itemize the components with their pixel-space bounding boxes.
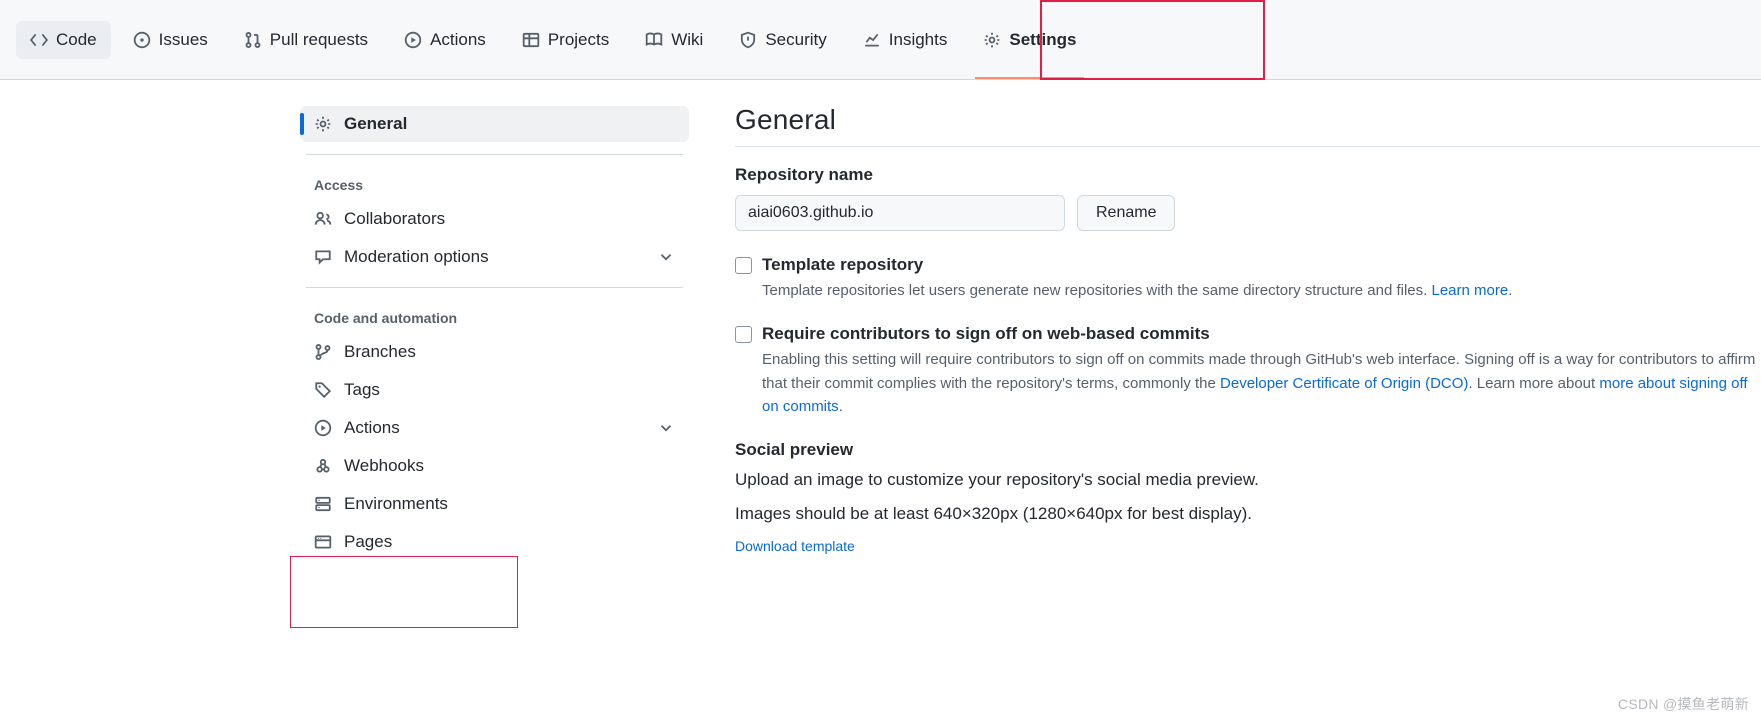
template-repo-label: Template repository	[762, 255, 923, 275]
gear-icon	[314, 115, 332, 133]
social-preview-heading: Social preview	[735, 440, 1760, 460]
tab-label: Code	[56, 31, 97, 48]
watermark: CSDN @摸鱼老萌新	[1618, 694, 1749, 714]
tab-projects[interactable]: Projects	[508, 21, 623, 59]
sidebar-item-label: Environments	[344, 494, 448, 514]
sidebar-item-label: Collaborators	[344, 209, 445, 229]
sidebar-heading-code: Code and automation	[300, 300, 689, 332]
tab-wiki[interactable]: Wiki	[631, 21, 717, 59]
tab-actions[interactable]: Actions	[390, 21, 500, 59]
social-preview-desc1: Upload an image to customize your reposi…	[735, 470, 1760, 490]
sidebar-item-collaborators[interactable]: Collaborators	[300, 201, 689, 237]
sidebar-item-label: Pages	[344, 532, 392, 552]
tab-code[interactable]: Code	[16, 21, 111, 59]
rename-button[interactable]: Rename	[1077, 195, 1175, 231]
sidebar-heading-access: Access	[300, 167, 689, 199]
webhook-icon	[314, 457, 332, 475]
shield-icon	[739, 31, 757, 49]
template-repo-checkbox[interactable]	[735, 257, 752, 274]
tab-pull-requests[interactable]: Pull requests	[230, 21, 382, 59]
sidebar-item-label: Actions	[344, 418, 400, 438]
tab-label: Security	[765, 31, 826, 48]
tag-icon	[314, 381, 332, 399]
settings-content: General Repository name Rename Template …	[705, 104, 1760, 562]
sidebar-item-webhooks[interactable]: Webhooks	[300, 448, 689, 484]
tab-label: Wiki	[671, 31, 703, 48]
repo-name-input[interactable]	[735, 195, 1065, 231]
sidebar-item-environments[interactable]: Environments	[300, 486, 689, 522]
tab-insights[interactable]: Insights	[849, 21, 962, 59]
sidebar-item-branches[interactable]: Branches	[300, 334, 689, 370]
divider	[306, 287, 683, 288]
tab-label: Settings	[1009, 31, 1076, 48]
book-icon	[645, 31, 663, 49]
social-preview-desc2: Images should be at least 640×320px (128…	[735, 504, 1760, 524]
sidebar-item-general[interactable]: General	[300, 106, 689, 142]
tab-label: Issues	[159, 31, 208, 48]
sidebar-item-label: Tags	[344, 380, 380, 400]
comment-icon	[314, 248, 332, 266]
tab-issues[interactable]: Issues	[119, 21, 222, 59]
sidebar-item-moderation[interactable]: Moderation options	[300, 239, 689, 275]
browser-icon	[314, 533, 332, 551]
sidebar-item-pages[interactable]: Pages	[300, 524, 689, 560]
tab-security[interactable]: Security	[725, 21, 840, 59]
annotation-box-pages	[290, 556, 518, 628]
template-repo-description: Template repositories let users generate…	[762, 279, 1760, 302]
learn-more-link[interactable]: Learn more	[1431, 282, 1508, 299]
chevron-down-icon	[657, 419, 675, 437]
branch-icon	[314, 343, 332, 361]
sidebar-item-label: Webhooks	[344, 456, 424, 476]
play-circle-icon	[314, 419, 332, 437]
repo-tabs: Code Issues Pull requests Actions Projec…	[0, 0, 1761, 80]
repo-name-label: Repository name	[735, 165, 1760, 185]
table-icon	[522, 31, 540, 49]
gear-icon	[983, 31, 1001, 49]
tab-settings[interactable]: Settings	[969, 21, 1090, 59]
sidebar-item-actions[interactable]: Actions	[300, 410, 689, 446]
sidebar-item-label: Branches	[344, 342, 416, 362]
sidebar-item-tags[interactable]: Tags	[300, 372, 689, 408]
divider	[306, 154, 683, 155]
settings-sidebar: General Access Collaborators Moderation …	[300, 104, 705, 562]
tab-label: Insights	[889, 31, 948, 48]
signoff-description: Enabling this setting will require contr…	[762, 348, 1760, 418]
dco-link[interactable]: Developer Certificate of Origin (DCO)	[1220, 375, 1468, 392]
code-icon	[30, 31, 48, 49]
people-icon	[314, 210, 332, 228]
play-circle-icon	[404, 31, 422, 49]
sidebar-item-label: Moderation options	[344, 247, 489, 267]
sidebar-item-label: General	[344, 114, 407, 134]
signoff-checkbox[interactable]	[735, 326, 752, 343]
tab-label: Pull requests	[270, 31, 368, 48]
signoff-label: Require contributors to sign off on web-…	[762, 324, 1210, 344]
page-title: General	[735, 104, 1760, 147]
pull-request-icon	[244, 31, 262, 49]
server-icon	[314, 495, 332, 513]
chevron-down-icon	[657, 248, 675, 266]
tab-label: Projects	[548, 31, 609, 48]
graph-icon	[863, 31, 881, 49]
download-template-link[interactable]: Download template	[735, 538, 855, 554]
tab-label: Actions	[430, 31, 486, 48]
issues-icon	[133, 31, 151, 49]
